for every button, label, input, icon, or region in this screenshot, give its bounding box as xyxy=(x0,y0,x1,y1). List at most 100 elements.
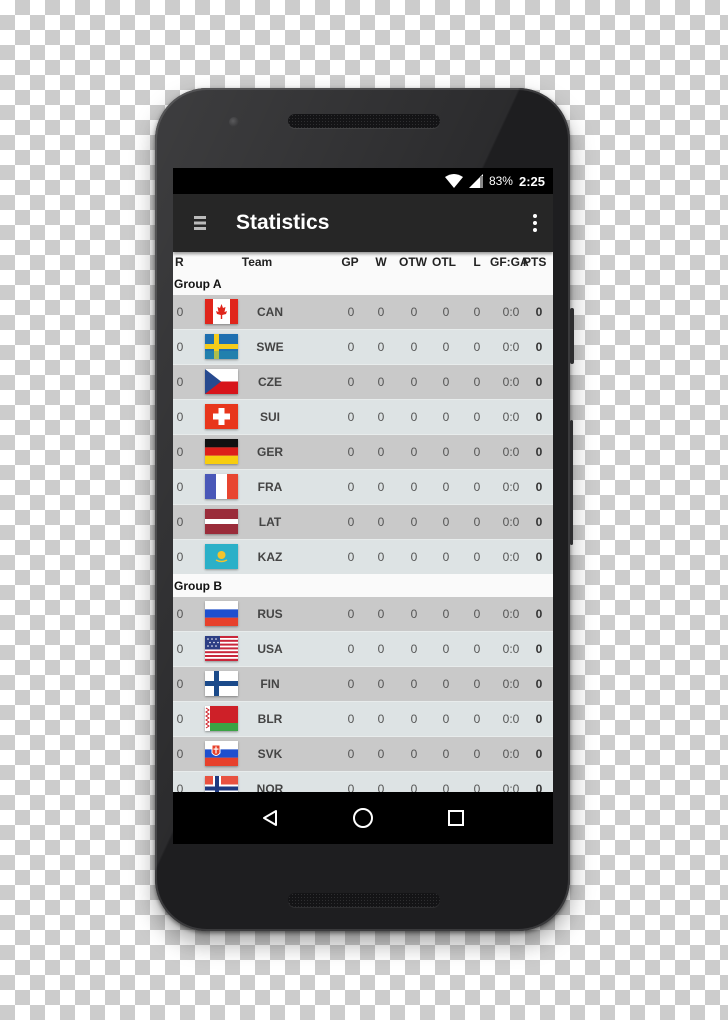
hamburger-menu-icon[interactable] xyxy=(178,216,222,230)
w-cell: 0 xyxy=(377,642,385,656)
table-row[interactable]: 0 CAN 0 0 0 0 0 0:0 0 xyxy=(173,295,553,329)
phone-screen: 83% 2:25 Statistics R Team GP W OTW OTL … xyxy=(173,168,553,844)
gp-cell: 0 xyxy=(347,607,355,621)
team-cell: SUI xyxy=(259,410,280,424)
otl-cell: 0 xyxy=(442,445,450,459)
table-row[interactable]: 0 SWE 0 0 0 0 0 0:0 0 xyxy=(173,329,553,364)
otw-cell: 0 xyxy=(410,550,418,564)
pts-cell: 0 xyxy=(535,515,543,529)
pts-cell: 0 xyxy=(535,642,543,656)
table-row[interactable]: 0 LAT 0 0 0 0 0 0:0 0 xyxy=(173,504,553,539)
table-row[interactable]: 0 FIN 0 0 0 0 0 0:0 0 xyxy=(173,666,553,701)
team-cell: BLR xyxy=(257,712,283,726)
pts-cell: 0 xyxy=(535,782,543,792)
table-header: R Team GP W OTW OTL L GF:GA PTS xyxy=(173,252,553,272)
l-cell: 0 xyxy=(473,782,481,792)
w-cell: 0 xyxy=(377,782,385,792)
norway-flag xyxy=(205,776,238,792)
table-row[interactable]: 0 GER 0 0 0 0 0 0:0 0 xyxy=(173,434,553,469)
gfga-cell: 0:0 xyxy=(502,375,520,389)
table-row[interactable]: 0 CZE 0 0 0 0 0 0:0 0 xyxy=(173,364,553,399)
team-cell: CZE xyxy=(258,375,282,389)
otl-cell: 0 xyxy=(442,340,450,354)
w-cell: 0 xyxy=(377,480,385,494)
front-camera xyxy=(229,117,239,127)
standings-table: R Team GP W OTW OTL L GF:GA PTS Group A 0… xyxy=(173,252,553,792)
l-cell: 0 xyxy=(473,712,481,726)
w-cell: 0 xyxy=(377,410,385,424)
otw-cell: 0 xyxy=(410,410,418,424)
group-name: Group B xyxy=(174,578,222,593)
col-l[interactable]: L xyxy=(467,255,487,269)
groups-container: Group A 0 CAN 0 0 0 0 0 0:0 0 0 SWE 0 0 0 0 0 0:0 0 0 CZE 0 0 0… xyxy=(173,272,553,792)
otl-cell: 0 xyxy=(442,747,450,761)
team-cell: KAZ xyxy=(257,550,283,564)
w-cell: 0 xyxy=(377,515,385,529)
page-title: Statistics xyxy=(236,211,330,234)
table-row[interactable]: 0 USA 0 0 0 0 0 0:0 0 xyxy=(173,631,553,666)
team-cell: NOR xyxy=(256,782,284,792)
rank-cell: 0 xyxy=(176,782,184,792)
pts-cell: 0 xyxy=(535,305,543,319)
rank-cell: 0 xyxy=(176,375,184,389)
otl-cell: 0 xyxy=(442,480,450,494)
l-cell: 0 xyxy=(473,607,481,621)
col-rank[interactable]: R xyxy=(173,255,189,269)
otl-cell: 0 xyxy=(442,550,450,564)
more-vert-icon[interactable] xyxy=(517,214,553,232)
clock: 2:25 xyxy=(518,173,545,189)
pts-cell: 0 xyxy=(535,445,543,459)
table-row[interactable]: 0 SUI 0 0 0 0 0 0:0 0 xyxy=(173,399,553,434)
col-otw[interactable]: OTW xyxy=(397,255,429,269)
gp-cell: 0 xyxy=(347,642,355,656)
w-cell: 0 xyxy=(377,340,385,354)
table-row[interactable]: 0 NOR 0 0 0 0 0 0:0 0 xyxy=(173,771,553,792)
col-gp[interactable]: GP xyxy=(339,255,361,269)
table-row[interactable]: 0 FRA 0 0 0 0 0 0:0 0 xyxy=(173,469,553,504)
table-row[interactable]: 0 SVK 0 0 0 0 0 0:0 0 xyxy=(173,736,553,771)
l-cell: 0 xyxy=(473,340,481,354)
gfga-cell: 0:0 xyxy=(502,607,520,621)
battery-percent: 83% xyxy=(488,174,513,188)
otw-cell: 0 xyxy=(410,340,418,354)
col-team[interactable]: Team xyxy=(237,255,277,269)
team-cell: CAN xyxy=(257,305,283,319)
rank-cell: 0 xyxy=(176,305,184,319)
w-cell: 0 xyxy=(377,305,385,319)
otw-cell: 0 xyxy=(410,712,418,726)
l-cell: 0 xyxy=(473,375,481,389)
otw-cell: 0 xyxy=(410,747,418,761)
recents-square-icon[interactable] xyxy=(436,798,476,838)
home-circle-icon[interactable] xyxy=(343,798,383,838)
gfga-cell: 0:0 xyxy=(502,677,520,691)
group-name: Group A xyxy=(174,276,222,291)
france-flag xyxy=(205,474,238,499)
otw-cell: 0 xyxy=(410,305,418,319)
otw-cell: 0 xyxy=(410,677,418,691)
col-w[interactable]: W xyxy=(371,255,391,269)
gp-cell: 0 xyxy=(347,712,355,726)
canada-flag xyxy=(205,299,238,324)
table-row[interactable]: 0 RUS 0 0 0 0 0 0:0 0 xyxy=(173,597,553,631)
otl-cell: 0 xyxy=(442,515,450,529)
table-row[interactable]: 0 BLR 0 0 0 0 0 0:0 0 xyxy=(173,701,553,736)
l-cell: 0 xyxy=(473,550,481,564)
l-cell: 0 xyxy=(473,677,481,691)
col-pts[interactable]: PTS xyxy=(523,255,553,269)
otl-cell: 0 xyxy=(442,782,450,792)
otw-cell: 0 xyxy=(410,445,418,459)
gfga-cell: 0:0 xyxy=(502,712,520,726)
w-cell: 0 xyxy=(377,550,385,564)
gfga-cell: 0:0 xyxy=(502,642,520,656)
finland-flag xyxy=(205,671,238,696)
gp-cell: 0 xyxy=(347,305,355,319)
pts-cell: 0 xyxy=(535,375,543,389)
back-triangle-icon[interactable] xyxy=(250,798,290,838)
gfga-cell: 0:0 xyxy=(502,480,520,494)
belarus-flag xyxy=(205,706,238,731)
table-row[interactable]: 0 KAZ 0 0 0 0 0 0:0 0 xyxy=(173,539,553,574)
pts-cell: 0 xyxy=(535,607,543,621)
sweden-flag xyxy=(205,334,238,359)
col-otl[interactable]: OTL xyxy=(429,255,459,269)
otl-cell: 0 xyxy=(442,712,450,726)
